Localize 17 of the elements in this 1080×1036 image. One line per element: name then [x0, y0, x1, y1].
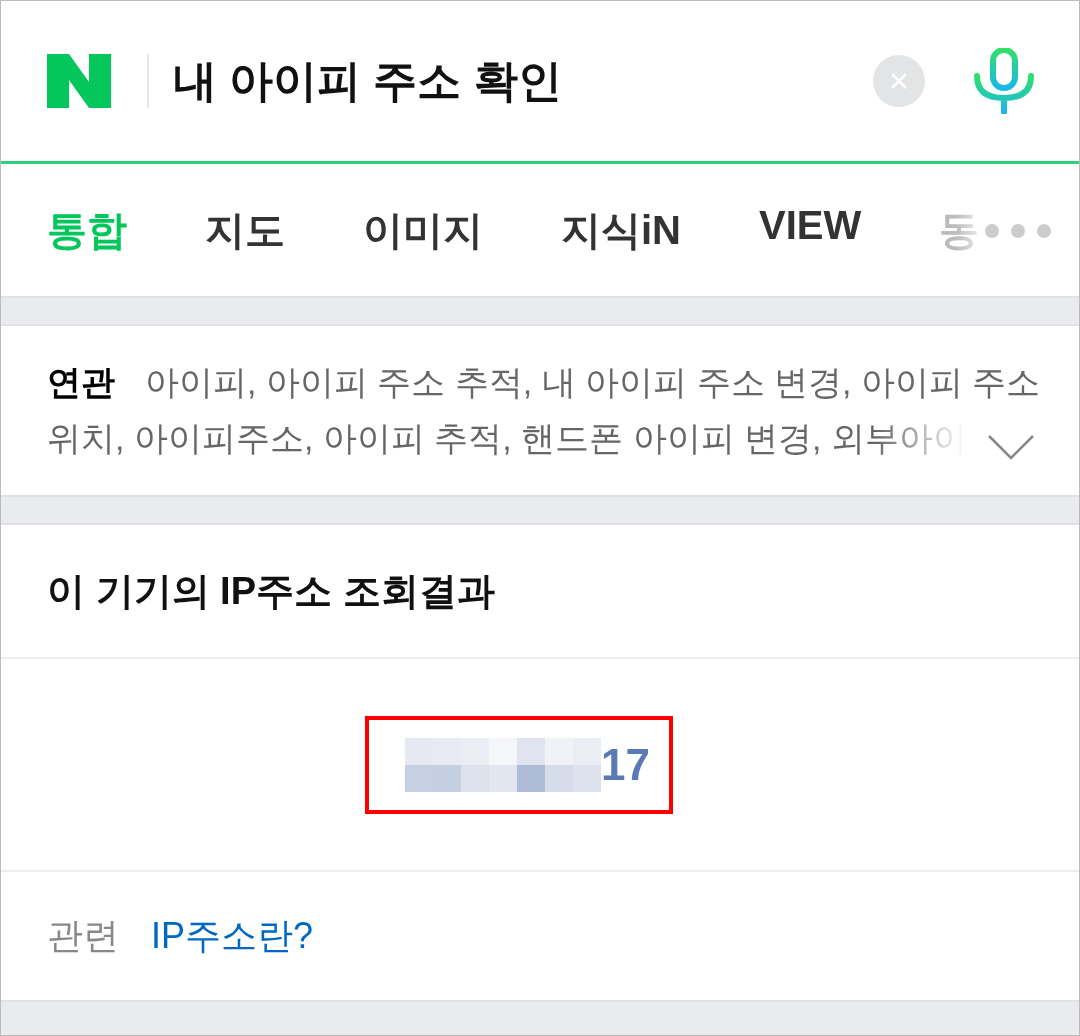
related-keywords[interactable]: 아이피, 아이피 주소 추적, 내 아이피 주소 변경, 아이피 주소 [145, 363, 1041, 401]
logo-icon[interactable] [47, 54, 111, 108]
tab[interactable]: 지도 [205, 202, 285, 258]
result-title: 이 기기의 IP주소 조회결과 [1, 525, 1079, 659]
tab[interactable]: 지식iN [561, 202, 681, 258]
chevron-down-icon[interactable] [987, 434, 1035, 460]
clear-button[interactable] [873, 55, 925, 107]
link[interactable]: IP주소란? [151, 911, 314, 961]
more-icon[interactable] [985, 224, 1051, 238]
tab[interactable]: 이미지 [363, 202, 483, 258]
related-label: 관련 [47, 913, 119, 958]
tab[interactable]: VIEW [759, 202, 862, 258]
close-icon [889, 71, 909, 91]
microphone-icon[interactable] [973, 48, 1035, 114]
related-label: 연관 [47, 363, 115, 401]
ip-address: 17 [601, 739, 650, 790]
related-keywords[interactable]: 위치, 아이피주소, 아이피 추적, 핸드폰 아이피 변경, 외부아이 [47, 419, 967, 457]
